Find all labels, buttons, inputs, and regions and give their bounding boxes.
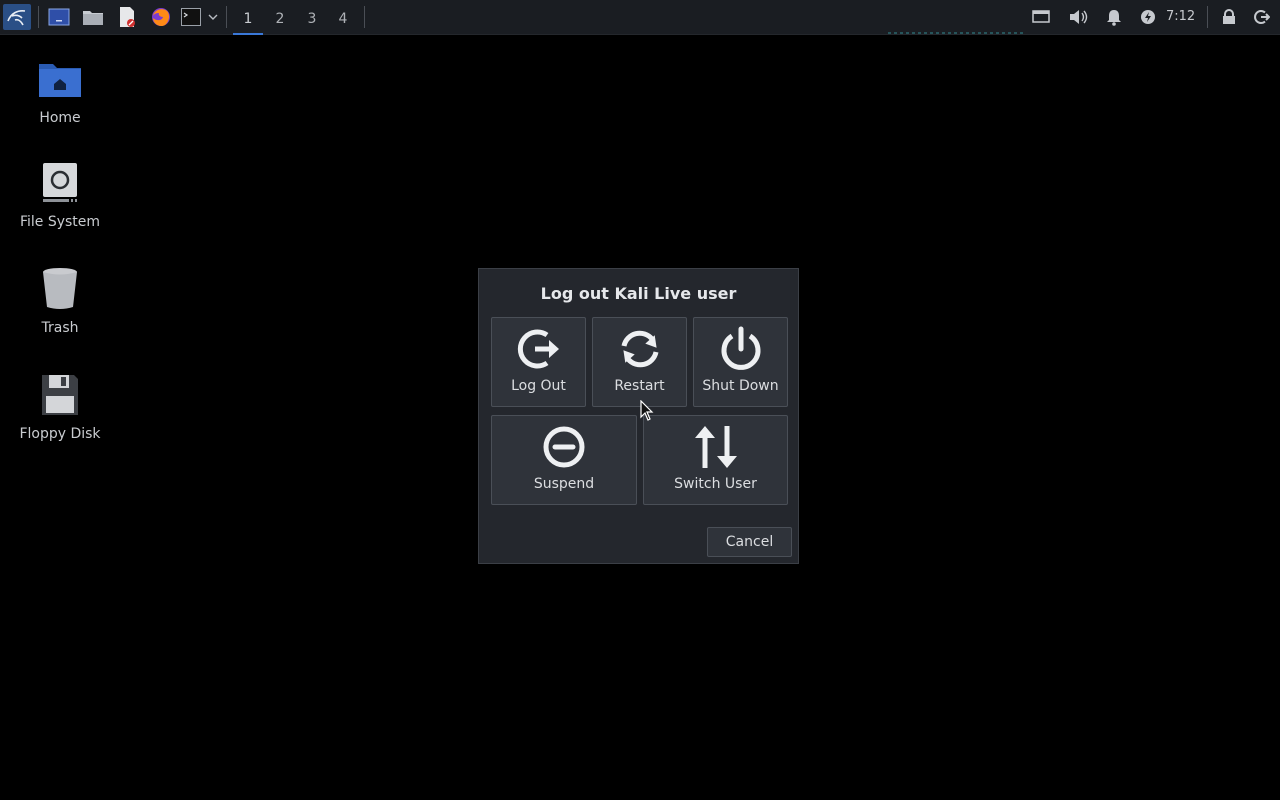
kali-dragon-icon: [7, 10, 26, 26]
log-out-icon: [517, 329, 559, 369]
text-editor-launcher[interactable]: [114, 4, 140, 30]
desktop-icon: [48, 8, 70, 26]
switch-user-label: Switch User: [674, 476, 757, 492]
terminal-icon: [181, 8, 201, 26]
window-edge-artifact: [888, 32, 1024, 34]
monitor-icon: [1032, 10, 1050, 23]
desktop-icon-label: Trash: [41, 320, 79, 336]
restart-label: Restart: [614, 378, 665, 394]
folder-icon: [83, 11, 103, 25]
desktop-icon-file-system[interactable]: File System: [5, 160, 115, 230]
switch-user-icon: [694, 426, 737, 468]
notifications-tray-button[interactable]: [1104, 4, 1124, 30]
chevron-down-icon: [208, 14, 218, 20]
lock-screen-button[interactable]: [1218, 4, 1240, 30]
suspend-icon: [543, 426, 585, 468]
shut-down-label: Shut Down: [702, 378, 779, 394]
lock-icon: [1223, 9, 1235, 24]
restart-button[interactable]: Restart: [592, 317, 687, 407]
firefox-icon: [152, 8, 170, 27]
power-tray-button[interactable]: [1138, 4, 1158, 30]
desktop-icon-label: Home: [39, 110, 81, 126]
desktop-icon-home[interactable]: Home: [5, 56, 115, 126]
workspace-3[interactable]: 3: [297, 4, 327, 34]
workspace-2[interactable]: 2: [265, 4, 295, 34]
text-editor-icon: [120, 7, 135, 27]
shut-down-button[interactable]: Shut Down: [693, 317, 788, 407]
desktop-icon-label: File System: [19, 214, 101, 230]
panel-separator: [364, 6, 365, 28]
file-manager-launcher[interactable]: [80, 4, 106, 30]
clock[interactable]: 7:12: [1166, 9, 1195, 24]
cancel-button[interactable]: Cancel: [707, 527, 792, 557]
trash-icon: [37, 266, 83, 312]
suspend-button[interactable]: Suspend: [491, 415, 637, 505]
workspace-1[interactable]: 1: [233, 4, 263, 35]
launcher-dropdown[interactable]: [206, 4, 220, 30]
volume-tray-button[interactable]: [1067, 4, 1089, 30]
battery-charging-icon: [1141, 10, 1155, 24]
display-tray-button[interactable]: [1030, 4, 1052, 30]
home-folder-icon: [37, 56, 83, 102]
restart-icon: [621, 330, 658, 368]
terminal-launcher[interactable]: [180, 4, 202, 30]
panel-separator: [1207, 6, 1208, 28]
desktop-icon-label: Floppy Disk: [19, 426, 101, 442]
workspace-4[interactable]: 4: [328, 4, 358, 34]
log-out-label: Log Out: [511, 378, 566, 394]
hard-drive-icon: [37, 160, 83, 206]
volume-icon: [1070, 10, 1088, 24]
switch-user-button[interactable]: Switch User: [643, 415, 788, 505]
panel-separator: [38, 6, 39, 28]
bell-icon: [1107, 10, 1121, 26]
mouse-pointer-icon: [640, 400, 654, 421]
logout-dialog: Log out Kali Live user Log Out Restart S…: [478, 268, 799, 564]
desktop-icon-floppy-disk[interactable]: Floppy Disk: [5, 372, 115, 442]
logout-panel-button[interactable]: [1251, 4, 1273, 30]
dialog-title: Log out Kali Live user: [540, 284, 737, 303]
desktop-icon-trash[interactable]: Trash: [5, 266, 115, 336]
logout-icon: [1254, 10, 1270, 24]
firefox-launcher[interactable]: [148, 4, 174, 30]
floppy-disk-icon: [37, 372, 83, 418]
power-icon: [721, 326, 760, 370]
kali-menu-button[interactable]: [3, 4, 31, 30]
panel-separator: [226, 6, 227, 28]
top-panel: 1 2 3 4 7:12: [0, 0, 1280, 35]
log-out-button[interactable]: Log Out: [491, 317, 586, 407]
show-desktop-button[interactable]: [46, 4, 72, 30]
suspend-label: Suspend: [533, 476, 595, 492]
